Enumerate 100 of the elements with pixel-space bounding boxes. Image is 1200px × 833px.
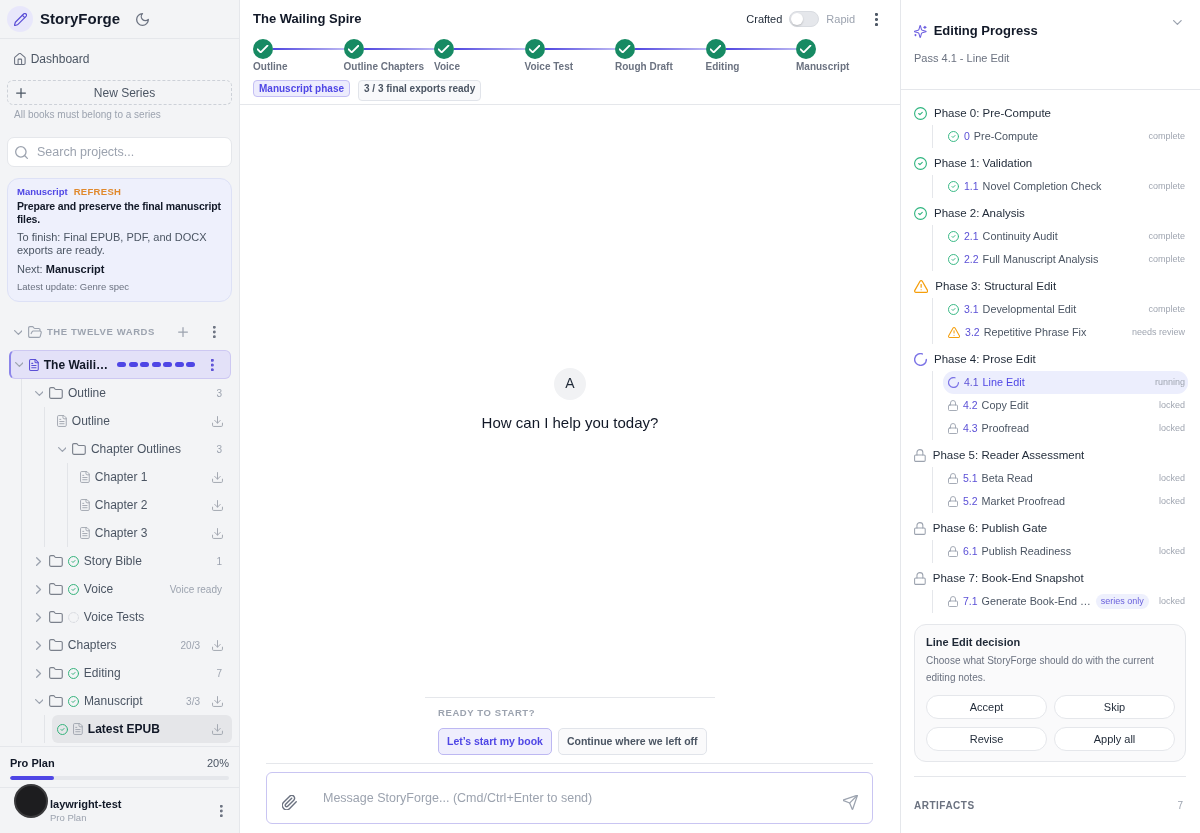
- tree-item[interactable]: Chapter 1: [75, 463, 232, 491]
- chevron-right-icon[interactable]: [36, 640, 42, 650]
- folder-icon: [48, 555, 63, 567]
- action-button[interactable]: Skip: [1054, 695, 1175, 719]
- lock-icon: [948, 596, 958, 607]
- book-item[interactable]: The Waili…: [9, 350, 231, 379]
- item-meta: Voice ready: [169, 582, 222, 597]
- chevron-right-icon[interactable]: [36, 556, 42, 566]
- chevron-down-icon[interactable]: [57, 446, 67, 452]
- tree-item[interactable]: Story Bible 1: [29, 547, 232, 575]
- item-meta: 1: [216, 554, 222, 569]
- more-options-icon[interactable]: [213, 326, 216, 338]
- action-button[interactable]: Accept: [926, 695, 1047, 719]
- new-series-button[interactable]: New Series: [7, 80, 232, 105]
- dashboard-link[interactable]: Dashboard: [7, 48, 97, 70]
- lock-icon: [914, 449, 926, 462]
- action-button[interactable]: Apply all: [1054, 727, 1175, 751]
- requirement-text: To finish: Final EPUB, PDF, and DOCX exports are ready.: [17, 231, 208, 257]
- tree-item[interactable]: Voice Voice ready: [29, 575, 232, 603]
- folder-icon: [48, 611, 63, 623]
- tree-item[interactable]: Chapters 20/3: [29, 631, 232, 659]
- pass-item[interactable]: 2.1 Continuity Audit complete: [943, 225, 1188, 248]
- tree-item[interactable]: Latest EPUB: [52, 715, 232, 743]
- more-options-icon[interactable]: [220, 804, 223, 817]
- phase-title: Phase 4: Prose Edit: [934, 351, 1036, 367]
- chevron-right-icon[interactable]: [36, 612, 42, 622]
- mode-toggle[interactable]: [789, 11, 820, 27]
- pass-item[interactable]: 5.2 Market Proofread locked: [943, 490, 1188, 513]
- message-field[interactable]: Message StoryForge... (Cmd/Ctrl+Enter to send): [266, 772, 873, 824]
- check-circle-icon: [914, 107, 927, 120]
- pass-item[interactable]: 6.1 Publish Readiness locked: [943, 540, 1188, 563]
- step-label: Voice Test: [524, 61, 574, 73]
- tree-item[interactable]: Manuscript 3/3: [29, 687, 232, 715]
- phase-label: Manuscript: [17, 186, 68, 198]
- series-title: THE TWELVE WARDS: [46, 324, 155, 339]
- tree-item[interactable]: Chapter 2: [75, 491, 232, 519]
- document-icon: [80, 471, 90, 483]
- item-meta: 7: [216, 666, 222, 681]
- document-icon: [80, 527, 90, 539]
- tree-item[interactable]: Outline 3: [29, 379, 232, 407]
- search-field[interactable]: Search projects...: [7, 137, 232, 167]
- check-circle-icon: [948, 231, 959, 242]
- pass-number: 1.1: [964, 178, 979, 194]
- lock-icon: [948, 473, 958, 484]
- plus-icon[interactable]: [178, 327, 189, 337]
- lock-icon: [948, 423, 958, 434]
- chevron-down-icon[interactable]: [34, 698, 44, 704]
- phase-title: Phase 5: Reader Assessment: [932, 447, 1085, 463]
- pass-item[interactable]: 3.1 Developmental Edit complete: [943, 298, 1188, 321]
- action-button[interactable]: Revise: [926, 727, 1047, 751]
- pass-item[interactable]: 0 Pre-Compute complete: [943, 125, 1188, 148]
- more-options-icon[interactable]: [875, 12, 878, 26]
- paperclip-icon[interactable]: [282, 795, 297, 810]
- step-label: Outline Chapters: [343, 61, 425, 73]
- tree-item[interactable]: Voice Tests: [29, 603, 232, 631]
- check-circle-icon: [948, 254, 959, 265]
- chevron-down-icon[interactable]: [14, 362, 24, 367]
- chevron-down-icon[interactable]: [13, 329, 23, 335]
- tree-item[interactable]: Chapter Outlines 3: [52, 435, 232, 463]
- pass-status: locked: [1158, 494, 1185, 508]
- decision-title: Line Edit decision: [926, 635, 1021, 649]
- phase-title: Phase 7: Book-End Snapshot: [932, 570, 1084, 586]
- step-label: Rough Draft: [615, 61, 673, 73]
- chevron-down-icon[interactable]: [1173, 20, 1182, 25]
- floating-button[interactable]: [14, 784, 48, 818]
- lock-icon: [914, 522, 926, 535]
- suggestion-button[interactable]: Continue where we left off: [557, 728, 707, 755]
- item-count: 7: [1177, 800, 1183, 812]
- pass-item[interactable]: 7.1 Generate Book-End … series only locked: [943, 590, 1188, 613]
- download-icon[interactable]: [212, 639, 223, 651]
- pass-item[interactable]: 4.2 Copy Edit locked: [943, 394, 1188, 417]
- download-icon[interactable]: [212, 527, 223, 539]
- pass-item[interactable]: 3.2 Repetitive Phrase Fix needs review: [943, 321, 1188, 344]
- pass-item[interactable]: 5.1 Beta Read locked: [943, 467, 1188, 490]
- house-icon: [14, 53, 26, 65]
- item-meta: 20/3: [180, 638, 200, 653]
- tree-item[interactable]: Editing 7: [29, 659, 232, 687]
- pass-item[interactable]: 4.1 Line Edit running: [943, 371, 1188, 394]
- chevron-right-icon[interactable]: [36, 668, 42, 678]
- download-icon[interactable]: [212, 723, 223, 735]
- download-icon[interactable]: [212, 499, 223, 511]
- pass-number: 4.3: [963, 420, 978, 436]
- connector-line: [725, 48, 796, 50]
- pass-item[interactable]: 1.1 Novel Completion Check complete: [943, 175, 1188, 198]
- suggestion-button[interactable]: Let’s start my book: [438, 728, 552, 755]
- download-icon[interactable]: [212, 695, 223, 707]
- pass-item[interactable]: 2.2 Full Manuscript Analysis complete: [943, 248, 1188, 271]
- phase-title: Phase 3: Structural Edit: [935, 278, 1057, 294]
- assistant-avatar: A: [554, 367, 586, 400]
- more-options-icon[interactable]: [211, 358, 214, 371]
- tree-item[interactable]: Chapter 3: [75, 519, 232, 547]
- moon-icon[interactable]: [136, 12, 149, 26]
- download-icon[interactable]: [212, 415, 223, 427]
- download-icon[interactable]: [212, 471, 223, 483]
- tree-item[interactable]: Outline: [52, 407, 232, 435]
- chevron-right-icon[interactable]: [36, 584, 42, 594]
- chevron-down-icon[interactable]: [34, 390, 44, 396]
- pass-item[interactable]: 4.3 Proofread locked: [943, 417, 1188, 440]
- pass-number: 2.2: [964, 251, 979, 267]
- send-icon[interactable]: [843, 795, 858, 810]
